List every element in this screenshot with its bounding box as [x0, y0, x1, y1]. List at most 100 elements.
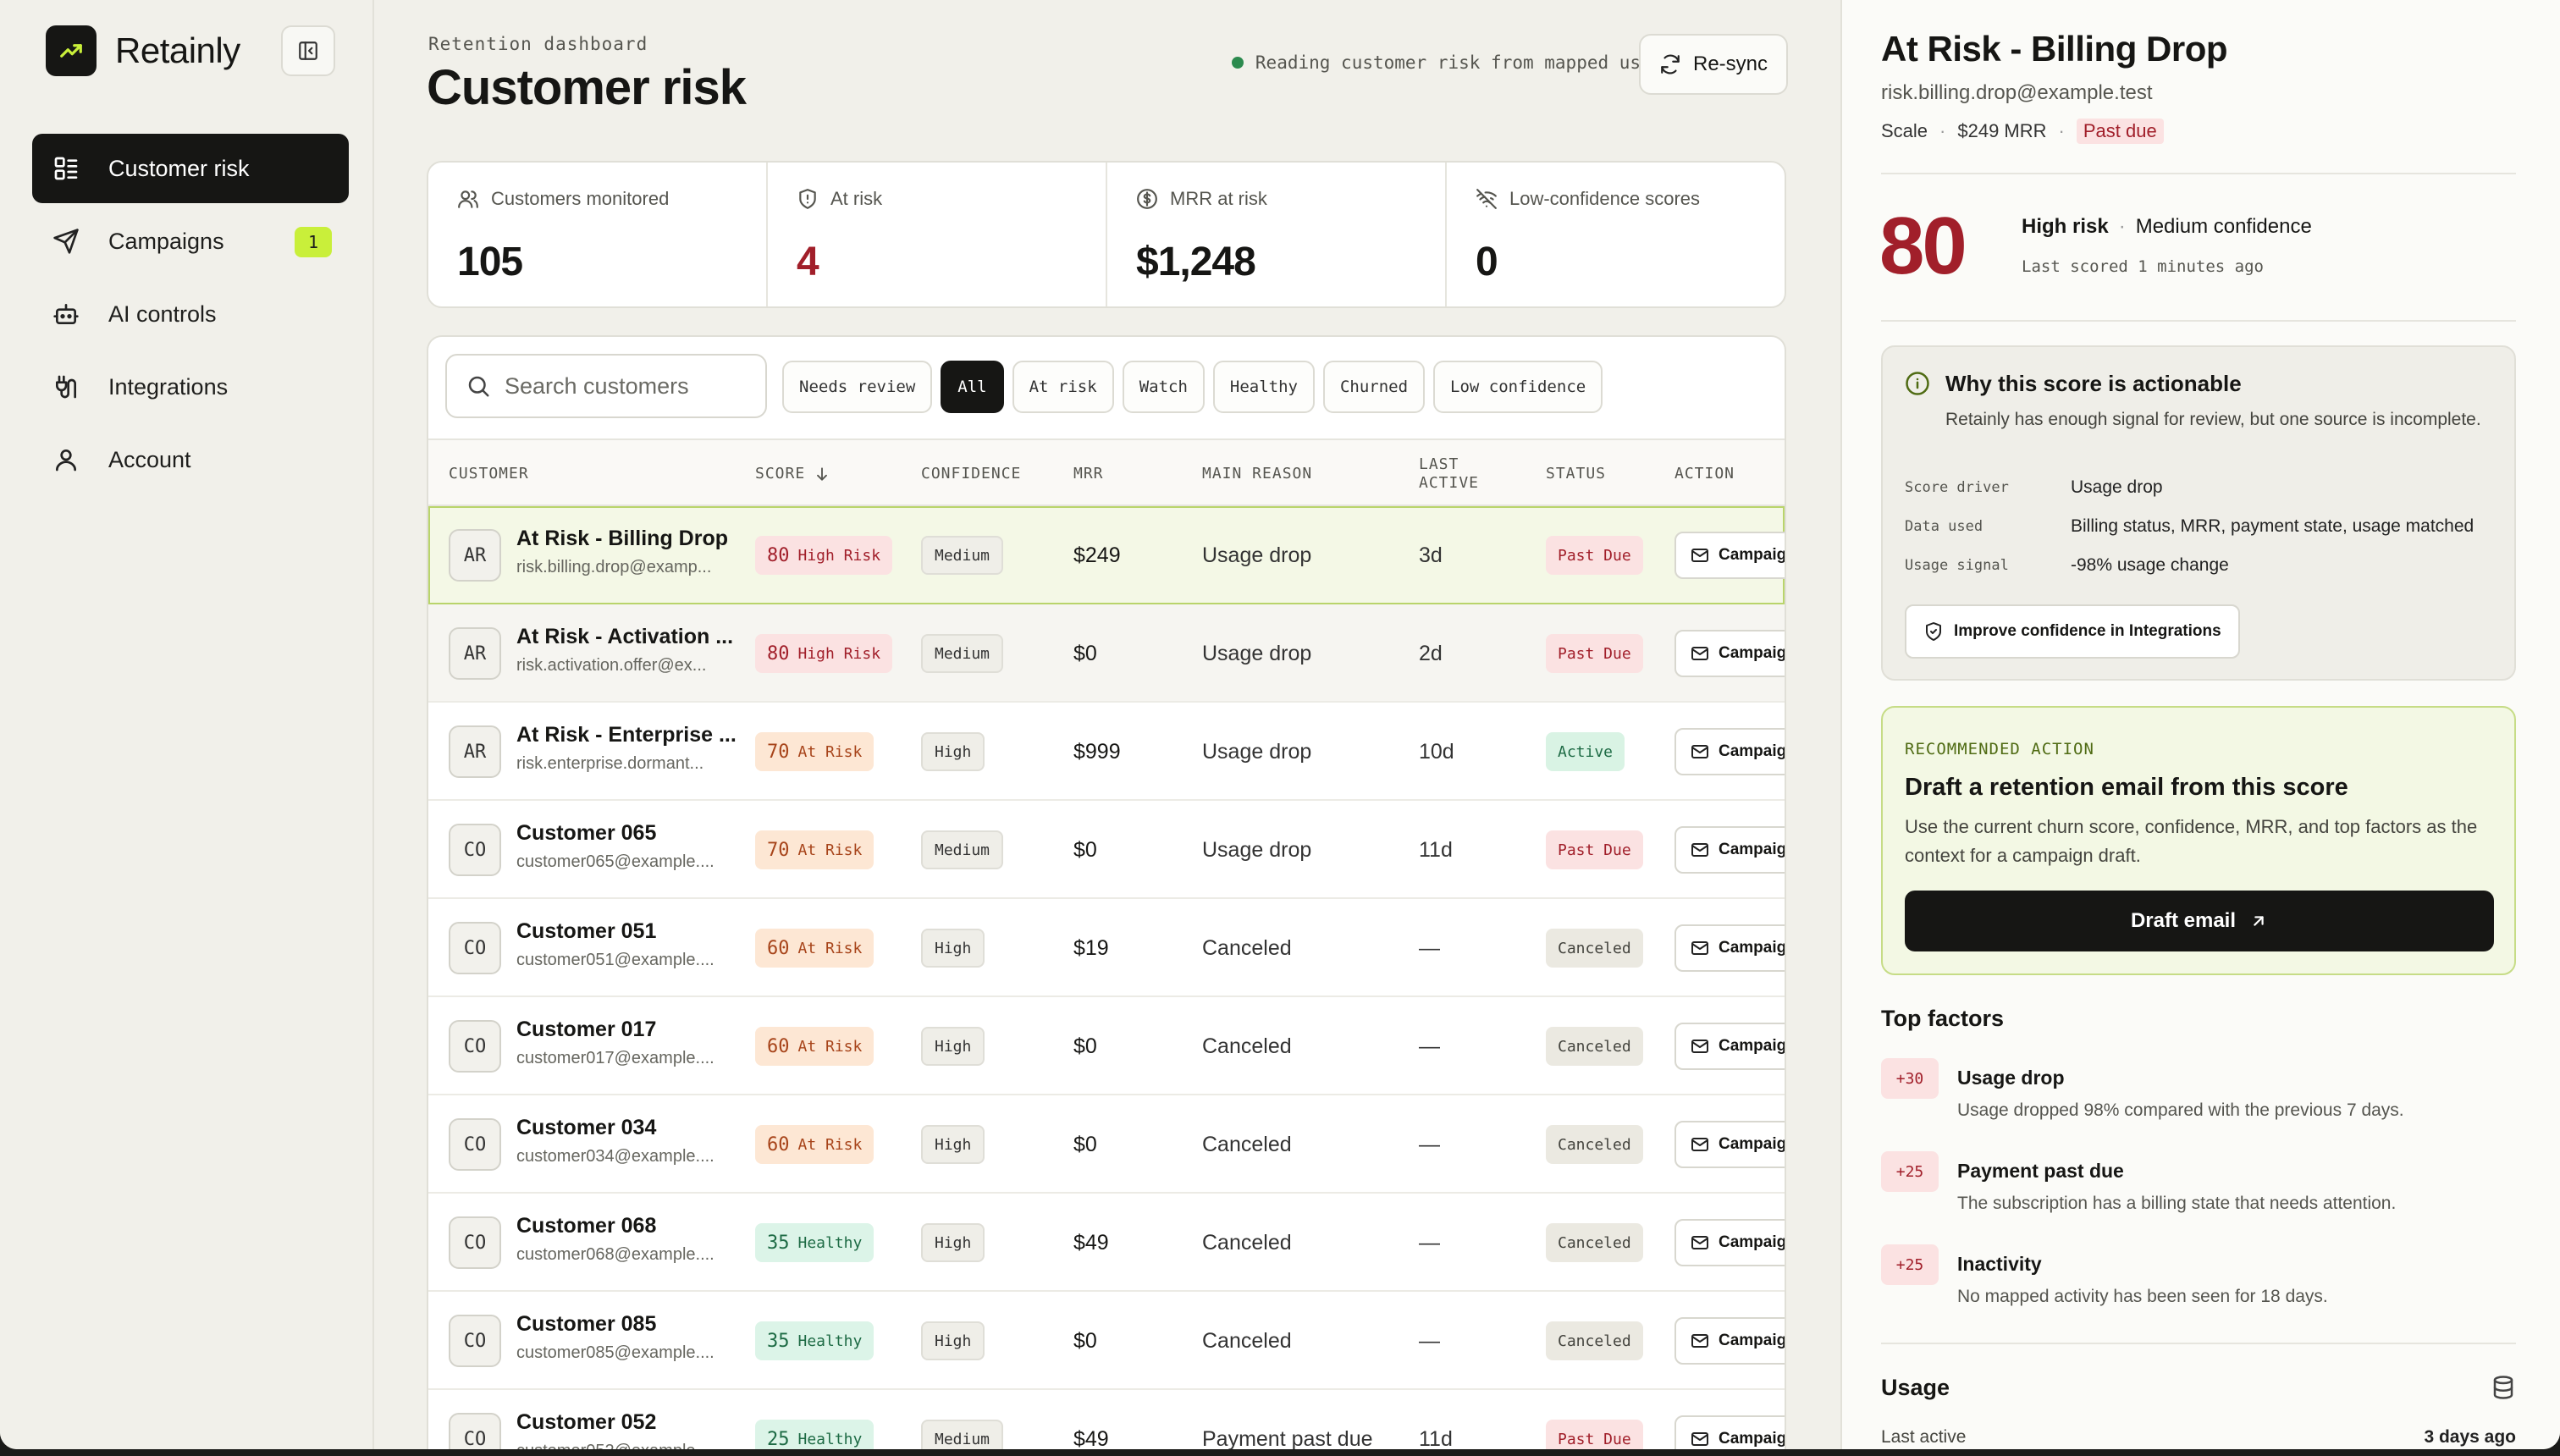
cell-customer: CO	[449, 1292, 501, 1390]
sort-down-icon	[817, 467, 828, 481]
column-header-confidence[interactable]: CONFIDENCE	[921, 440, 1021, 508]
recommended-eyebrow: RECOMMENDED ACTION	[1905, 740, 2094, 758]
sidebar-item-customer-risk[interactable]: Customer risk	[32, 134, 349, 203]
sidebar-item-label: AI controls	[108, 301, 217, 327]
table-row[interactable]: CO Customer 065 customer065@example.... 70 A…	[428, 801, 1785, 899]
column-header-mrr[interactable]: MRR	[1073, 440, 1104, 508]
filter-chip-all[interactable]: All	[941, 361, 1004, 413]
campaign-button-label: Campaign	[1719, 1430, 1786, 1448]
cell-action: Campaign	[1674, 506, 1785, 604]
customer-info: Customer 017 customer017@example....	[516, 1018, 714, 1068]
filter-chip-watch[interactable]: Watch	[1122, 361, 1205, 413]
cell-main-reason: Canceled	[1202, 1132, 1292, 1156]
robot-icon	[51, 299, 81, 329]
sidebar-item-label: Campaigns	[108, 228, 224, 254]
column-header-last-active[interactable]: LAST ACTIVE	[1419, 440, 1487, 508]
table-row[interactable]: CO Customer 051 customer051@example.... 60 A…	[428, 899, 1785, 997]
cell-score: 70 At Risk	[755, 801, 874, 899]
factor-points: +30	[1881, 1058, 1939, 1099]
kv-key: Score driver	[1905, 479, 2009, 496]
cell-customer: CO	[449, 1390, 501, 1449]
page-eyebrow: Retention dashboard	[428, 34, 648, 54]
column-header-main-reason[interactable]: MAIN REASON	[1202, 440, 1312, 508]
campaign-button[interactable]: Campaign	[1674, 728, 1785, 775]
cell-mrr: $0	[1073, 1132, 1097, 1156]
campaign-button[interactable]: Campaign	[1674, 1023, 1785, 1070]
cell-main-reason: Canceled	[1202, 1034, 1292, 1058]
resync-button[interactable]: Re-sync	[1639, 34, 1788, 95]
collapse-sidebar-button[interactable]	[281, 25, 335, 76]
campaign-button[interactable]: Campaign	[1674, 1317, 1785, 1365]
stat-label: Customers monitored	[491, 188, 670, 209]
kv-value: Usage drop	[2071, 477, 2163, 497]
search-input[interactable]	[505, 372, 759, 400]
filter-chip-needs-review[interactable]: Needs review	[782, 361, 933, 413]
cell-main-reason: Usage drop	[1202, 837, 1312, 862]
sidebar-item-ai-controls[interactable]: AI controls	[32, 279, 349, 349]
brand[interactable]: Retainly	[46, 25, 240, 76]
search-box[interactable]	[445, 354, 767, 418]
dashboard-icon	[51, 153, 81, 184]
campaign-button[interactable]: Campaign	[1674, 1415, 1786, 1449]
customer-name: Customer 065	[516, 821, 657, 845]
filter-chip-healthy[interactable]: Healthy	[1212, 361, 1315, 413]
divider	[1881, 173, 2516, 174]
customer-email: risk.enterprise.dormant...	[516, 754, 704, 773]
cell-action: Campaign	[1674, 604, 1785, 703]
cell-status: Past Due	[1546, 801, 1643, 899]
score-value: 35	[767, 1330, 790, 1352]
shield-check-icon	[1926, 622, 1941, 641]
campaign-button[interactable]: Campaign	[1674, 826, 1786, 874]
sidebar-item-campaigns[interactable]: Campaigns 1	[32, 207, 349, 276]
sidebar-item-integrations[interactable]: Integrations	[32, 352, 349, 422]
table-row[interactable]: AR At Risk - Activation ... risk.activatio…	[428, 604, 1785, 703]
cell-status: Past Due	[1546, 1390, 1643, 1449]
usage-signal-row: Usage signal -98% usage change	[1905, 555, 2229, 576]
improve-confidence-button[interactable]: Improve confidence in Integrations	[1905, 604, 2240, 659]
table-row[interactable]: AR At Risk - Billing Drop risk.billing.dro…	[428, 506, 1785, 604]
stat-value: $1,248	[1136, 240, 1256, 284]
table-row[interactable]: CO Customer 052 customer052@example.... 25 H…	[428, 1390, 1785, 1449]
score-label: Healthy	[797, 1332, 863, 1350]
campaign-button[interactable]: Campaign	[1674, 532, 1785, 579]
main-content: Retention dashboard Customer risk Readin…	[374, 0, 1840, 1449]
campaign-button[interactable]: Campaign	[1674, 1219, 1785, 1266]
cell-mrr: $0	[1073, 1328, 1097, 1353]
status-badge: Canceled	[1546, 1223, 1643, 1262]
app-name: Retainly	[115, 30, 240, 70]
campaign-button-label: Campaign	[1719, 841, 1786, 858]
table-row[interactable]: CO Customer 085 customer085@example.... 35 H…	[428, 1292, 1785, 1390]
score-badge: 60 At Risk	[755, 1125, 874, 1164]
customer-name: Customer 051	[516, 919, 657, 943]
cell-action: Campaign	[1674, 899, 1785, 997]
column-header-score[interactable]: SCORE	[755, 440, 830, 508]
sidebar-collapse-icon	[299, 41, 317, 60]
score-badge: 70 At Risk	[755, 732, 874, 771]
draft-email-button[interactable]: Draft email	[1905, 891, 2494, 951]
campaign-button[interactable]: Campaign	[1674, 630, 1785, 677]
score-value: 25	[767, 1428, 790, 1450]
table-row[interactable]: CO Customer 017 customer017@example.... 60 A…	[428, 997, 1785, 1095]
campaign-button[interactable]: Campaign	[1674, 924, 1785, 972]
customer-email: risk.activation.offer@ex...	[516, 656, 707, 675]
sidebar-item-account[interactable]: Account	[32, 425, 349, 494]
column-header-customer[interactable]: CUSTOMER	[449, 440, 529, 508]
mail-icon	[1691, 1236, 1708, 1249]
filter-chip-at-risk[interactable]: At risk	[1012, 361, 1114, 413]
table-row[interactable]: CO Customer 068 customer068@example.... 35 H…	[428, 1194, 1785, 1292]
campaign-button[interactable]: Campaign	[1674, 1121, 1785, 1168]
column-header-status[interactable]: STATUS	[1546, 440, 1606, 508]
factor-description: Usage dropped 98% compared with the prev…	[1957, 1100, 2404, 1120]
table-body: AR At Risk - Billing Drop risk.billing.dro…	[428, 506, 1785, 1449]
cell-main-reason: Canceled	[1202, 1328, 1292, 1353]
cell-confidence: High	[921, 997, 985, 1095]
filter-chip-low-confidence[interactable]: Low confidence	[1433, 361, 1603, 413]
table-row[interactable]: CO Customer 034 customer034@example.... 60 A…	[428, 1095, 1785, 1194]
cell-confidence: High	[921, 899, 985, 997]
cell-main-reason: Payment past due	[1202, 1426, 1373, 1450]
table-row[interactable]: AR At Risk - Enterprise ... risk.enterpris…	[428, 703, 1785, 801]
filter-chip-churned[interactable]: Churned	[1322, 361, 1426, 413]
avatar: CO	[449, 1413, 501, 1449]
cell-score: 70 At Risk	[755, 703, 874, 801]
kv-value: -98% usage change	[2071, 555, 2229, 575]
